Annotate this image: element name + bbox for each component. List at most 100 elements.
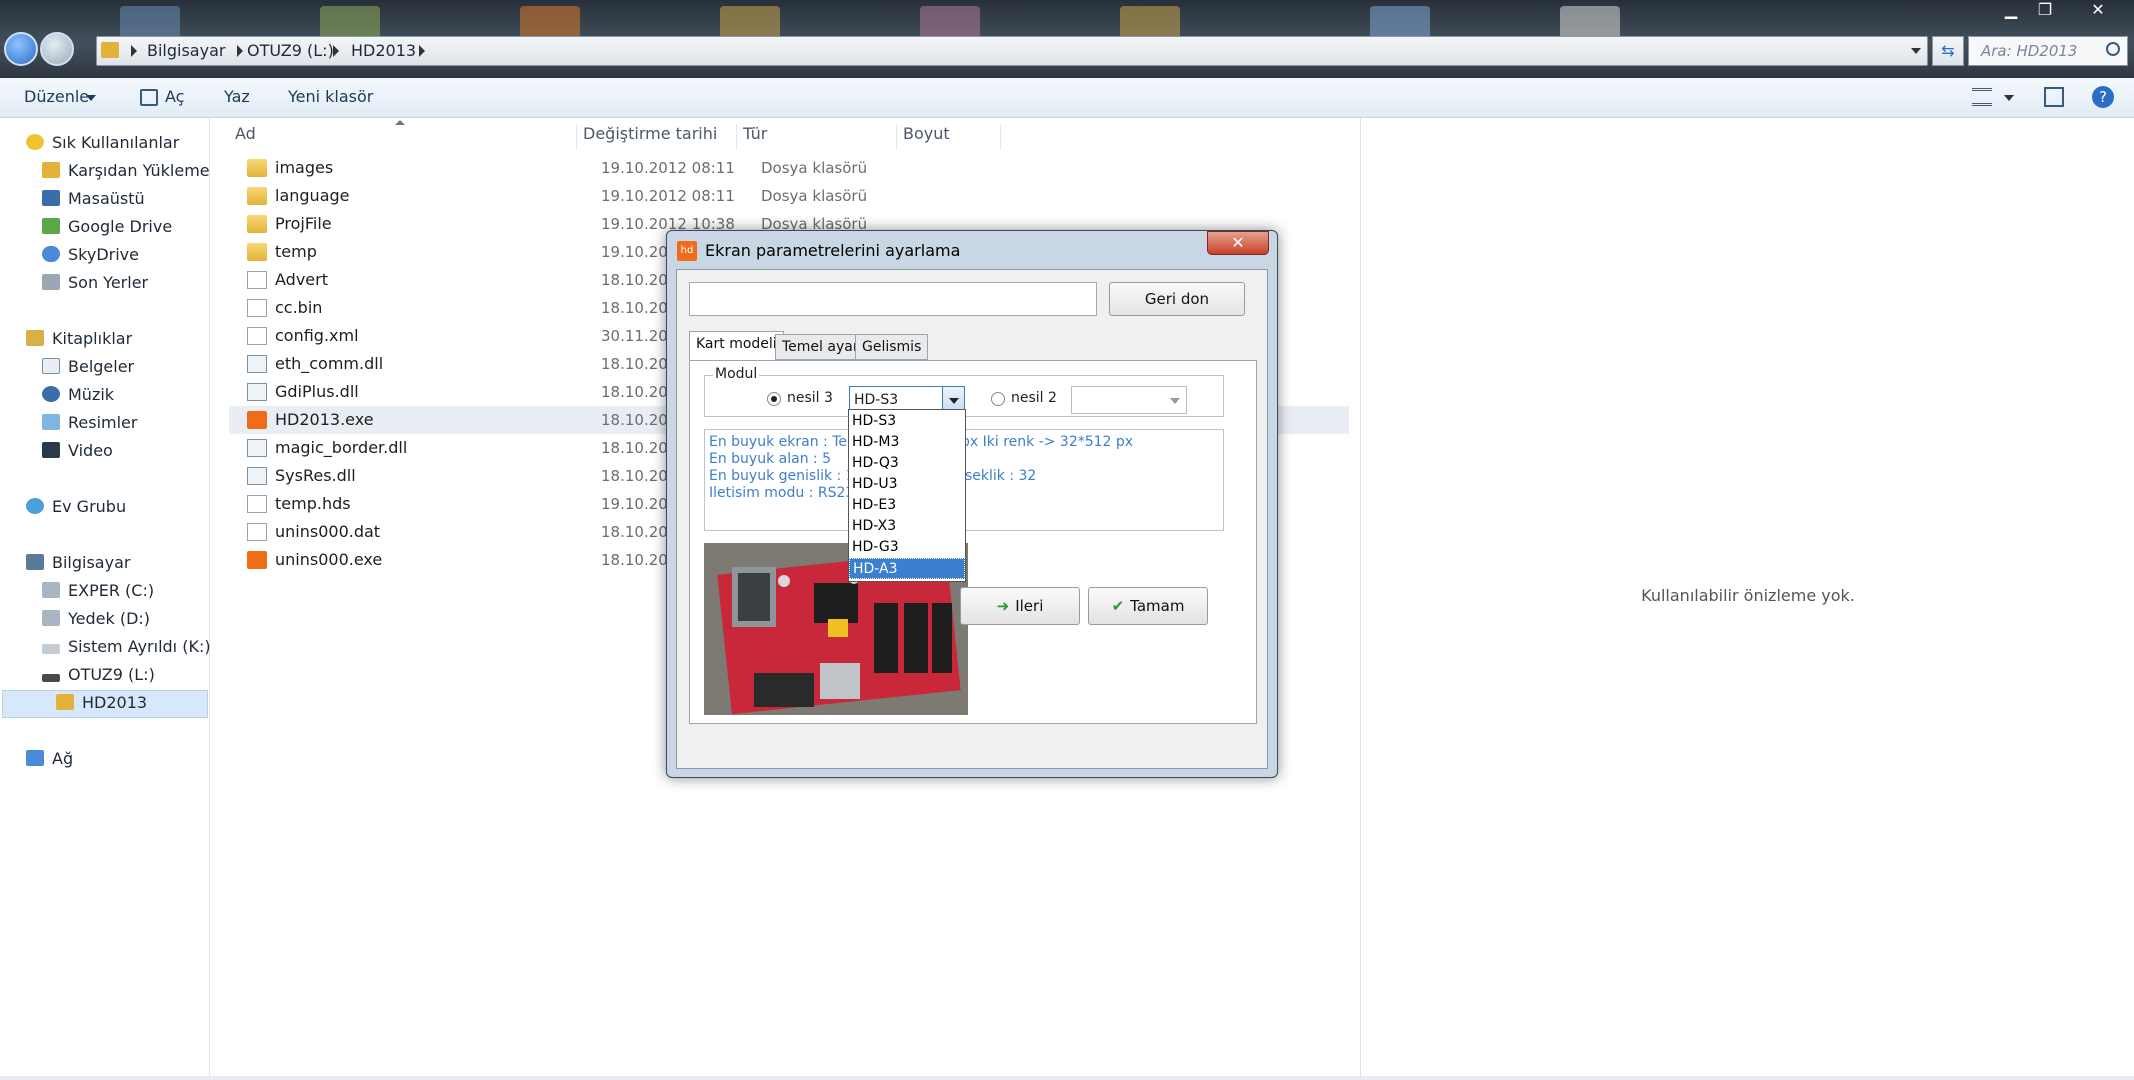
file-name: temp.hds: [275, 494, 351, 513]
folder-icon: [247, 215, 267, 233]
new-folder-button[interactable]: Yeni klasör: [288, 87, 373, 106]
breadcrumb-arrow-icon[interactable]: [237, 45, 243, 57]
nav-label: Ev Grubu: [52, 497, 127, 516]
tab-advanced[interactable]: Gelismis: [855, 334, 929, 360]
ok-button[interactable]: ✔ Tamam: [1088, 587, 1208, 625]
dropdown-option[interactable]: HD-E3: [849, 495, 965, 516]
column-header-size[interactable]: Boyut: [897, 124, 1001, 150]
nav-item-drive-d[interactable]: Yedek (D:): [42, 606, 150, 632]
breadcrumb-arrow-icon[interactable]: [333, 45, 339, 57]
dll-icon: [247, 355, 267, 373]
chevron-down-icon: [86, 95, 96, 101]
dll-icon: [247, 383, 267, 401]
help-icon[interactable]: ?: [2092, 86, 2114, 108]
view-options-icon[interactable]: [1972, 88, 1992, 106]
nav-item-music[interactable]: Müzik: [42, 382, 114, 408]
nav-item-downloads[interactable]: Karşıdan Yüklemeler: [42, 158, 231, 184]
nav-favorites[interactable]: Sık Kullanılanlar: [26, 130, 179, 156]
minimize-button[interactable]: ▁: [1996, 0, 2026, 22]
nav-homegroup[interactable]: Ev Grubu: [26, 494, 126, 520]
file-name: eth_comm.dll: [275, 354, 384, 373]
breadcrumb-drive[interactable]: OTUZ9 (L:): [247, 41, 334, 60]
search-icon[interactable]: [2106, 42, 2120, 56]
background-desktop-icon: [520, 6, 580, 40]
nav-item-skydrive[interactable]: SkyDrive: [42, 242, 139, 268]
nav-label: Yedek (D:): [68, 609, 151, 628]
dll-icon: [247, 467, 267, 485]
nav-item-video[interactable]: Video: [42, 438, 113, 464]
tab-basic-settings[interactable]: Temel ayar: [775, 334, 866, 360]
background-desktop-icon: [920, 6, 980, 40]
restore-button[interactable]: ❐: [2030, 0, 2060, 22]
dropdown-option[interactable]: HD-M3: [849, 432, 965, 453]
folder-icon: [56, 694, 74, 710]
file-row[interactable]: images 19.10.2012 08:11 Dosya klasörü: [229, 154, 1349, 182]
nav-label: Google Drive: [68, 217, 173, 236]
nav-computer[interactable]: Bilgisayar: [26, 550, 130, 576]
model-dropdown-list[interactable]: HD-S3 HD-M3 HD-Q3 HD-U3 HD-E3 HD-X3 HD-G3 HD-A3: [848, 409, 966, 582]
breadcrumb-folder[interactable]: HD2013: [351, 41, 416, 60]
column-header-type[interactable]: Tür: [737, 124, 897, 150]
column-header-name[interactable]: Ad: [229, 124, 577, 150]
radio-nesil3-label: nesil 3: [787, 390, 833, 406]
skydrive-icon: [42, 246, 60, 262]
dialog-close-button[interactable]: ✕: [1207, 231, 1269, 255]
info-max-area: En buyuk alan : 5: [709, 451, 832, 467]
nav-label: Müzik: [68, 385, 115, 404]
nav-label: HD2013: [82, 693, 148, 712]
file-row[interactable]: language 19.10.2012 08:11 Dosya klasörü: [229, 182, 1349, 210]
dropdown-option[interactable]: HD-G3: [849, 537, 965, 558]
dropdown-option[interactable]: HD-Q3: [849, 453, 965, 474]
file-name: temp: [275, 242, 317, 261]
nav-item-drive-l[interactable]: OTUZ9 (L:): [42, 662, 155, 688]
nav-item-drive-c[interactable]: EXPER (C:): [42, 578, 154, 604]
breadcrumb-arrow-icon[interactable]: [419, 45, 425, 57]
open-button[interactable]: Aç: [165, 87, 184, 106]
nav-label: Bilgisayar: [52, 553, 131, 572]
radio-nesil2-label: nesil 2: [1011, 390, 1057, 406]
back-button[interactable]: Geri don: [1109, 282, 1245, 316]
search-input[interactable]: Ara: HD2013: [1968, 36, 2128, 66]
radio-nesil2[interactable]: [991, 392, 1005, 406]
organize-button[interactable]: Düzenle: [24, 87, 89, 106]
name-input[interactable]: [689, 282, 1097, 316]
address-dropdown-icon[interactable]: [1911, 48, 1921, 54]
nav-item-drive-k[interactable]: Sistem Ayrıldı (K:): [42, 634, 211, 660]
address-bar[interactable]: Bilgisayar OTUZ9 (L:) HD2013: [96, 36, 1928, 66]
nav-item-recent[interactable]: Son Yerler: [42, 270, 148, 296]
nav-item-documents[interactable]: Belgeler: [42, 354, 134, 380]
chevron-down-icon[interactable]: [2004, 95, 2014, 101]
refresh-icon[interactable]: ⇆: [1932, 36, 1964, 66]
nav-network[interactable]: Ağ: [26, 746, 73, 772]
nav-item-desktop[interactable]: Masaüstü: [42, 186, 145, 212]
preview-pane-icon[interactable]: [2044, 87, 2064, 107]
next-button[interactable]: ➜ Ileri: [960, 587, 1080, 625]
info-max-screen: En buyuk ekran : Tek: [709, 434, 856, 450]
dropdown-option[interactable]: HD-U3: [849, 474, 965, 495]
nav-libraries[interactable]: Kitaplıklar: [26, 326, 132, 352]
write-button[interactable]: Yaz: [224, 87, 250, 106]
column-header-date[interactable]: Değiştirme tarihi: [577, 124, 737, 150]
info-max-width: En buyuk genislik : 10: [709, 468, 864, 484]
dropdown-option[interactable]: HD-X3: [849, 516, 965, 537]
nav-item-hd2013[interactable]: HD2013: [56, 690, 147, 716]
nav-item-pictures[interactable]: Resimler: [42, 410, 137, 436]
model-combo-2[interactable]: [1071, 386, 1187, 414]
file-icon: [247, 495, 267, 513]
close-window-button[interactable]: ✕: [2076, 0, 2120, 22]
settings-dialog: hd Ekran parametrelerini ayarlama ✕ Geri…: [666, 230, 1278, 778]
tab-card-model[interactable]: Kart modeli: [689, 331, 784, 361]
folder-icon: [247, 187, 267, 205]
file-type: Dosya klasörü: [761, 159, 868, 177]
dropdown-option[interactable]: HD-A3: [849, 558, 965, 579]
radio-nesil3[interactable]: [767, 392, 781, 406]
breadcrumb-arrow-icon[interactable]: [131, 45, 137, 57]
nav-item-google-drive[interactable]: Google Drive: [42, 214, 172, 240]
breadcrumb-computer[interactable]: Bilgisayar: [147, 41, 225, 60]
forward-arrow-icon[interactable]: [40, 32, 74, 66]
background-desktop-icon: [1120, 6, 1180, 40]
back-arrow-icon[interactable]: [4, 32, 38, 66]
nav-label: Belgeler: [68, 357, 135, 376]
google-drive-icon: [42, 218, 60, 234]
dropdown-option[interactable]: HD-S3: [849, 411, 965, 432]
